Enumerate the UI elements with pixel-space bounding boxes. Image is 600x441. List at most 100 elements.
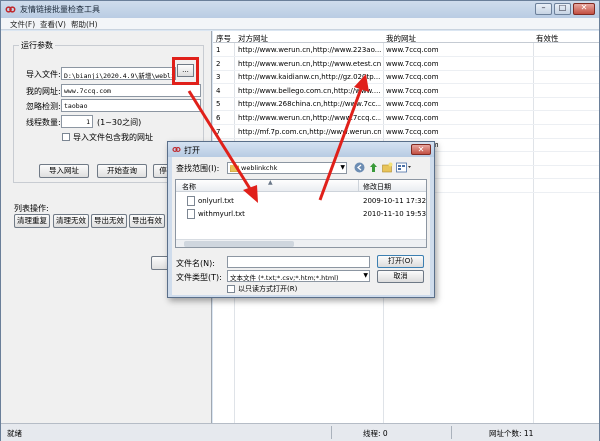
highlight-box xyxy=(172,57,199,85)
view-menu-icon[interactable] xyxy=(396,162,412,173)
maximize-button[interactable]: □ xyxy=(554,3,571,15)
file-name: withmyurl.txt xyxy=(198,210,245,218)
open-button[interactable]: 打开(O) xyxy=(377,255,424,268)
my-site-field[interactable]: www.7ccq.com xyxy=(61,84,201,97)
row-index: 1 xyxy=(216,46,221,54)
row-my-url: www.7ccq.com xyxy=(386,127,439,136)
table-row[interactable]: 3 http://www.kaidianw.cn,http://gz.020tp.… xyxy=(213,71,599,85)
file-date: 2009-10-11 17:32 xyxy=(363,197,427,205)
table-row[interactable]: 4 http://www.bellego.com.cn,http://www...… xyxy=(213,85,599,98)
up-folder-icon[interactable] xyxy=(368,162,379,173)
look-in-value: weblinkchk xyxy=(241,164,278,172)
import-file-field[interactable]: D:\bianji\2020.4.9\新增\weblin xyxy=(61,67,176,80)
readonly-label: 以只读方式打开(R) xyxy=(238,285,298,293)
menu-help[interactable]: 帮助(H) xyxy=(71,19,98,30)
row-target-url: http://www.werun.cn,http://www.etest.cn xyxy=(238,59,381,68)
export-valid-button[interactable]: 导出有效 xyxy=(129,214,165,228)
threads-field[interactable]: 1 xyxy=(61,115,93,128)
row-my-url: www.7ccq.com xyxy=(386,86,439,95)
run-params-title: 运行参数 xyxy=(19,40,55,51)
header-validity[interactable]: 有效性 xyxy=(536,33,559,44)
header-target-url[interactable]: 对方网址 xyxy=(238,33,268,44)
link-chain-icon xyxy=(5,6,16,13)
close-button[interactable]: ✕ xyxy=(573,3,595,15)
table-row[interactable]: 2 http://www.werun.cn,http://www.etest.cn… xyxy=(213,58,599,71)
minimize-icon: – xyxy=(541,3,546,12)
table-row[interactable]: 6 http://www.werun.cn,http://www.7ccq.c..… xyxy=(213,112,599,125)
text-file-icon xyxy=(187,209,195,219)
include-mysite-label: 导入文件包含我的网址 xyxy=(73,133,153,142)
window-controls: – □ ✕ xyxy=(535,3,595,15)
link-chain-icon xyxy=(172,146,181,153)
table-header: 序号 对方网址 我的网址 有效性 xyxy=(213,31,599,43)
table-row[interactable]: 7 http://mf.7p.com.cn,http://www.werun.cn… xyxy=(213,126,599,139)
cancel-button[interactable]: 取消 xyxy=(377,270,424,283)
close-icon: ✕ xyxy=(417,145,425,154)
list-ops-label: 列表操作: xyxy=(14,204,49,213)
menu-bar: 文件(F) 查看(V) 帮助(H) xyxy=(1,18,599,30)
col-date-header[interactable]: 修改日期 xyxy=(363,182,391,192)
threads-label: 线程数量: xyxy=(26,118,61,127)
filetype-value: 文本文件 (*.txt;*.csv;*.htm;*.html) xyxy=(230,274,339,282)
filetype-label: 文件类型(T): xyxy=(176,273,222,282)
close-icon: ✕ xyxy=(580,3,588,12)
title-bar: 友情链接批量检查工具 – □ ✕ xyxy=(1,1,599,18)
file-row[interactable]: onlyurl.txt 2009-10-11 17:32 xyxy=(176,195,426,207)
column-divider xyxy=(358,180,359,192)
row-my-url: www.7ccq.com xyxy=(386,73,439,82)
new-folder-icon[interactable] xyxy=(382,162,393,173)
chevron-down-icon: ▼ xyxy=(363,272,368,279)
dialog-title-bar: 打开 ✕ xyxy=(168,142,434,157)
status-divider xyxy=(331,426,332,439)
row-index: 7 xyxy=(216,127,221,136)
include-mysite-checkbox[interactable] xyxy=(62,133,70,141)
start-query-button[interactable]: 开始查询 xyxy=(97,164,147,178)
file-list[interactable]: 名称 ▲ 修改日期 onlyurl.txt 2009-10-11 17:32 w… xyxy=(175,179,427,248)
import-file-label: 导入文件: xyxy=(26,70,61,79)
row-index: 2 xyxy=(216,59,221,68)
header-my-url[interactable]: 我的网址 xyxy=(386,33,416,44)
minimize-button[interactable]: – xyxy=(535,3,552,15)
row-my-url: www.7ccq.com xyxy=(386,46,439,54)
dialog-body: 查找范围(I): weblinkchk ▼ 名称 ▲ 修改日期 onlyurl.… xyxy=(172,157,430,295)
horizontal-scrollbar[interactable] xyxy=(176,239,426,247)
menu-file[interactable]: 文件(F) xyxy=(10,19,35,30)
clear-repeat-button[interactable]: 清理重复 xyxy=(14,214,50,228)
text-file-icon xyxy=(187,196,195,206)
readonly-checkbox[interactable] xyxy=(227,285,235,293)
status-threads: 线程: 0 xyxy=(363,429,388,438)
threads-hint: (1~30之间) xyxy=(97,118,142,127)
maximize-icon: □ xyxy=(558,3,567,12)
file-list-header: 名称 ▲ 修改日期 xyxy=(176,179,426,192)
col-name-header[interactable]: 名称 xyxy=(182,182,196,192)
file-date: 2010-11-10 19:53 xyxy=(363,210,427,218)
filetype-dropdown[interactable]: 文本文件 (*.txt;*.csv;*.htm;*.html) ▼ xyxy=(227,270,370,282)
my-site-label: 我的网址: xyxy=(26,87,61,96)
open-dialog: 打开 ✕ 查找范围(I): weblinkchk ▼ 名称 ▲ 修改日期 onl… xyxy=(167,141,435,298)
dialog-title: 打开 xyxy=(184,146,200,155)
filename-input[interactable] xyxy=(227,256,370,268)
row-my-url: www.7ccq.com xyxy=(386,59,439,68)
header-index[interactable]: 序号 xyxy=(216,33,231,44)
export-invalid-button[interactable]: 导出无效 xyxy=(91,214,127,228)
clear-invalid-button[interactable]: 清理无效 xyxy=(53,214,89,228)
menu-view[interactable]: 查看(V) xyxy=(40,19,66,30)
row-my-url: www.7ccq.com xyxy=(386,114,439,122)
look-in-label: 查找范围(I): xyxy=(176,164,220,173)
look-in-dropdown[interactable]: weblinkchk ▼ xyxy=(227,162,347,174)
row-index: 5 xyxy=(216,100,221,109)
dialog-close-button[interactable]: ✕ xyxy=(411,144,431,155)
sort-up-icon: ▲ xyxy=(268,179,273,186)
table-row[interactable]: 5 http://www.268china.cn,http://www.7cc..… xyxy=(213,98,599,112)
back-icon[interactable] xyxy=(354,162,365,173)
folder-icon xyxy=(230,165,239,172)
row-index: 6 xyxy=(216,114,221,122)
row-my-url: www.7ccq.com xyxy=(386,100,439,109)
row-target-url: http://www.werun.cn,http://www.223ao... xyxy=(238,46,381,54)
scrollbar-thumb[interactable] xyxy=(184,241,294,247)
file-row[interactable]: withmyurl.txt 2010-11-10 19:53 xyxy=(176,208,426,220)
row-target-url: http://www.bellego.com.cn,http://www.... xyxy=(238,86,381,95)
ignore-field[interactable]: taobao xyxy=(61,99,201,112)
import-urls-button[interactable]: 导入网址 xyxy=(39,164,89,178)
table-row[interactable]: 1 http://www.werun.cn,http://www.223ao...… xyxy=(213,44,599,57)
